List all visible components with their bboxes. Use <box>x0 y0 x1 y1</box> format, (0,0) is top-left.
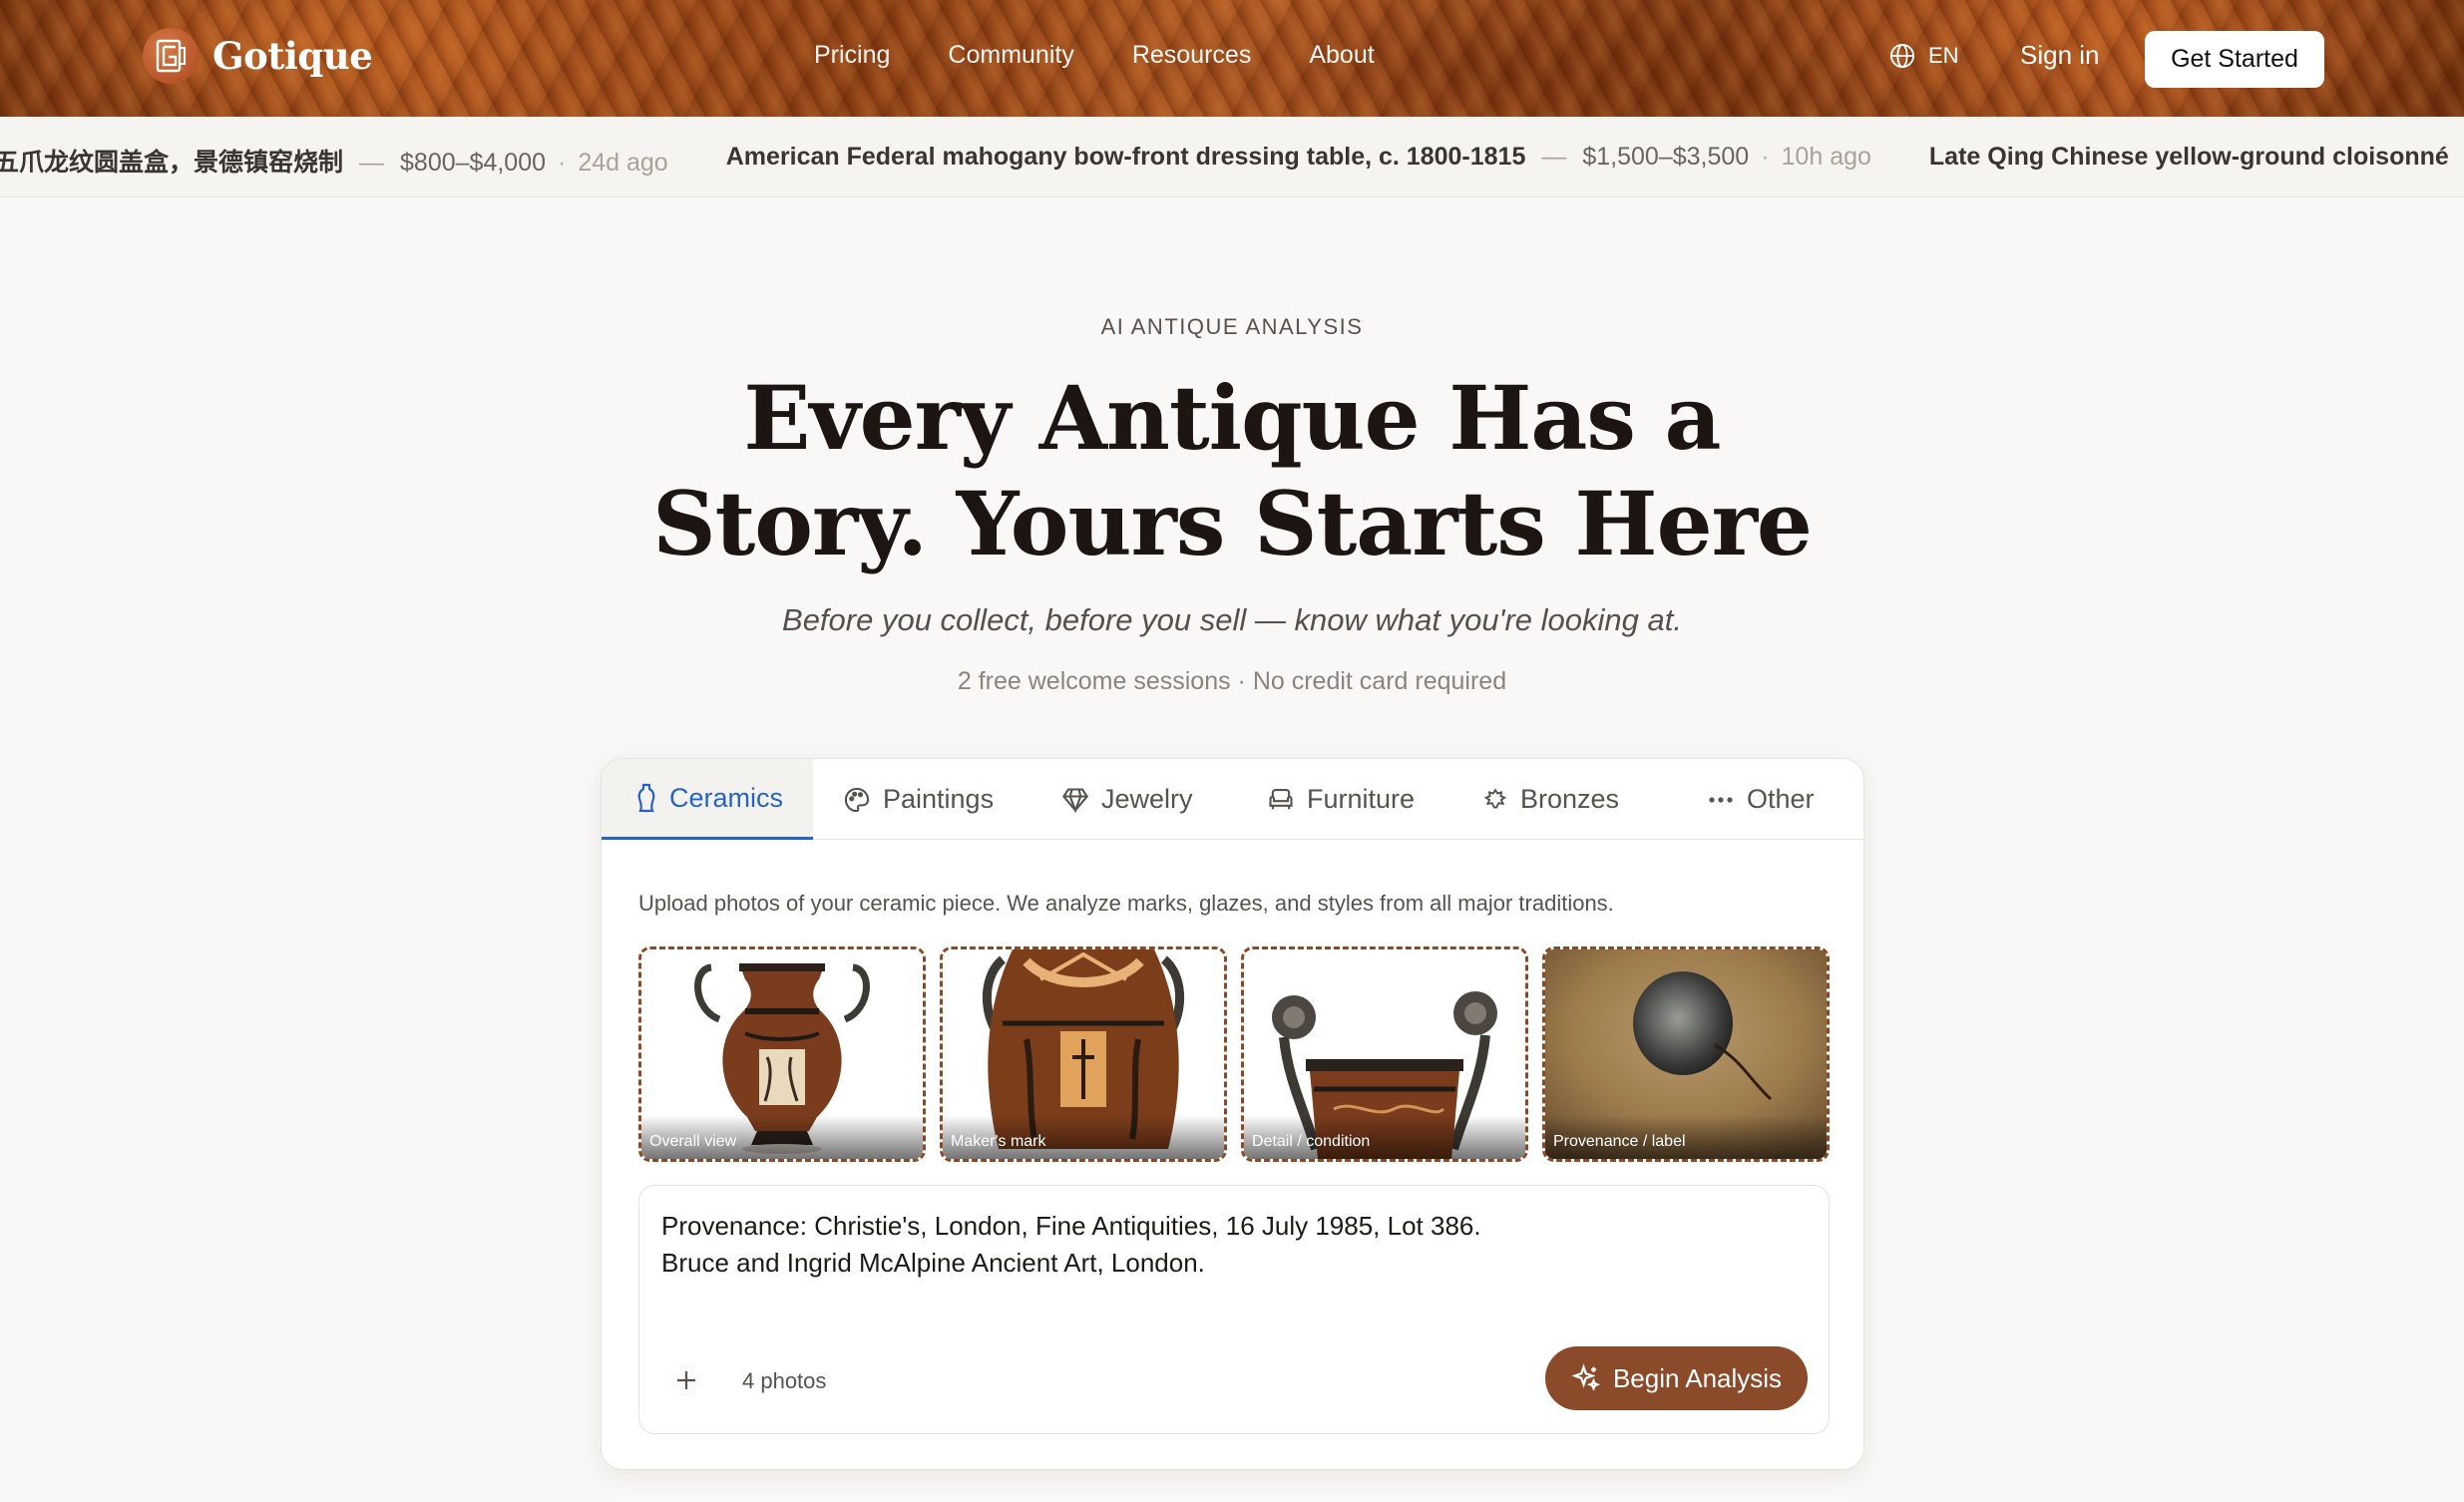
photo-label: Overall view <box>641 1115 923 1159</box>
notes-line-2: Bruce and Ingrid McAlpine Ancient Art, L… <box>661 1248 1205 1278</box>
tab-label: Furniture <box>1307 784 1416 814</box>
bronze-icon <box>1483 787 1507 809</box>
photo-label: Provenance / label <box>1545 1115 1827 1159</box>
tab-ceramics[interactable]: Ceramics <box>602 759 813 840</box>
plus-icon <box>677 1371 695 1389</box>
ticker-item-title: American Federal mahogany bow-front dres… <box>725 143 1526 171</box>
photo-slot-provenance[interactable]: Provenance / label <box>1542 946 1830 1162</box>
upload-description: Upload photos of your ceramic piece. We … <box>638 891 1614 916</box>
hero-subhead: Before you collect, before you sell — kn… <box>782 602 1682 637</box>
language-code: EN <box>1928 43 1959 68</box>
ticker-item-price: $1,500–$3,500 <box>1582 143 1750 171</box>
headline-line-1: Every Antique Has a <box>743 366 1721 470</box>
tab-label: Jewelry <box>1101 784 1193 814</box>
photo-label: Maker's mark <box>943 1115 1224 1159</box>
tab-paintings[interactable]: Paintings <box>843 759 994 840</box>
tab-label: Bronzes <box>1520 784 1620 814</box>
ticker-dot: · <box>1761 143 1770 171</box>
begin-analysis-label: Begin Analysis <box>1612 1362 1783 1393</box>
nav-resources[interactable]: Resources <box>1132 41 1252 70</box>
ticker-dot: · <box>558 149 567 177</box>
ticker-item[interactable]: American Federal mahogany bow-front dres… <box>726 143 1871 179</box>
tab-jewelry[interactable]: Jewelry <box>1061 759 1193 840</box>
armchair-icon <box>1269 788 1293 809</box>
ticker-item[interactable]: 五爪龙纹圆盖盒，景德镇窑烧制 — $800–$4,000 · 24d ago <box>0 143 668 179</box>
brand-name: Gotique <box>212 34 373 78</box>
globe-icon <box>1889 43 1915 69</box>
photo-slot-makers-mark[interactable]: Maker's mark <box>940 946 1227 1162</box>
ticker-item-title: 五爪龙纹圆盖盒，景德镇窑烧制 <box>0 149 344 177</box>
analysis-card: Ceramics Paintings Jewelry Furniture Bro… <box>601 758 1864 1470</box>
more-icon <box>1709 796 1733 803</box>
notes-line-1: Provenance: Christie's, London, Fine Ant… <box>661 1211 1481 1241</box>
get-started-button[interactable]: Get Started <box>2145 31 2324 88</box>
language-selector[interactable]: EN <box>1888 42 1959 70</box>
tab-label: Paintings <box>883 784 995 814</box>
palette-icon <box>844 787 870 812</box>
ticker-item-age: 24d ago <box>578 149 668 177</box>
photo-slot-detail[interactable]: Detail / condition <box>1241 946 1528 1162</box>
provenance-notes-input[interactable]: Provenance: Christie's, London, Fine Ant… <box>638 1185 1830 1434</box>
nav-about[interactable]: About <box>1309 41 1374 70</box>
gem-icon <box>1062 787 1088 813</box>
brand-logo[interactable]: Gotique <box>143 28 373 84</box>
headline-line-2: Story. Yours Starts Here <box>652 472 1813 575</box>
logo-icon <box>143 28 199 84</box>
recent-analyses-ticker: 五爪龙纹圆盖盒，景德镇窑烧制 — $800–$4,000 · 24d ago A… <box>0 117 2464 197</box>
photo-label: Detail / condition <box>1244 1115 1525 1159</box>
begin-analysis-button[interactable]: Begin Analysis <box>1545 1346 1808 1410</box>
ticker-separator: — <box>359 149 385 177</box>
hero-headline: Every Antique Has a Story. Yours Starts … <box>0 365 2464 576</box>
photo-slot-overall[interactable]: Overall view <box>638 946 926 1162</box>
ticker-separator: — <box>1541 143 1567 171</box>
photo-slots: Overall view Maker's mark Detail / condi… <box>638 946 1830 1162</box>
tab-other[interactable]: Other <box>1707 759 1815 840</box>
tab-label: Other <box>1747 784 1815 814</box>
tab-label: Ceramics <box>669 782 784 813</box>
sign-in-link[interactable]: Sign in <box>2020 40 2100 71</box>
nav-pricing[interactable]: Pricing <box>814 41 890 70</box>
free-sessions-note: 2 free welcome sessions · No credit card… <box>957 667 1507 695</box>
ticker-item-title: Late Qing Chinese yellow-ground cloisonn… <box>1928 143 2449 171</box>
tab-bronzes[interactable]: Bronzes <box>1482 759 1619 840</box>
main-nav: Pricing Community Resources About <box>814 41 1375 70</box>
photo-count: 4 photos <box>742 1368 827 1393</box>
tab-furniture[interactable]: Furniture <box>1267 759 1415 840</box>
top-header: Gotique Pricing Community Resources Abou… <box>0 0 2464 117</box>
vase-icon <box>637 783 655 813</box>
ticker-item[interactable]: Late Qing Chinese yellow-ground cloisonn… <box>1929 143 2449 179</box>
hero-eyebrow: AI ANTIQUE ANALYSIS <box>1100 314 1364 339</box>
category-tabs: Ceramics Paintings Jewelry Furniture Bro… <box>602 759 1863 840</box>
provenance-notes-text: Provenance: Christie's, London, Fine Ant… <box>661 1208 1481 1282</box>
add-photo-button[interactable] <box>671 1365 701 1395</box>
nav-community[interactable]: Community <box>948 41 1073 70</box>
sparkles-icon <box>1571 1363 1601 1391</box>
ticker-item-price: $800–$4,000 <box>400 149 546 177</box>
ticker-item-age: 10h ago <box>1781 143 1871 171</box>
